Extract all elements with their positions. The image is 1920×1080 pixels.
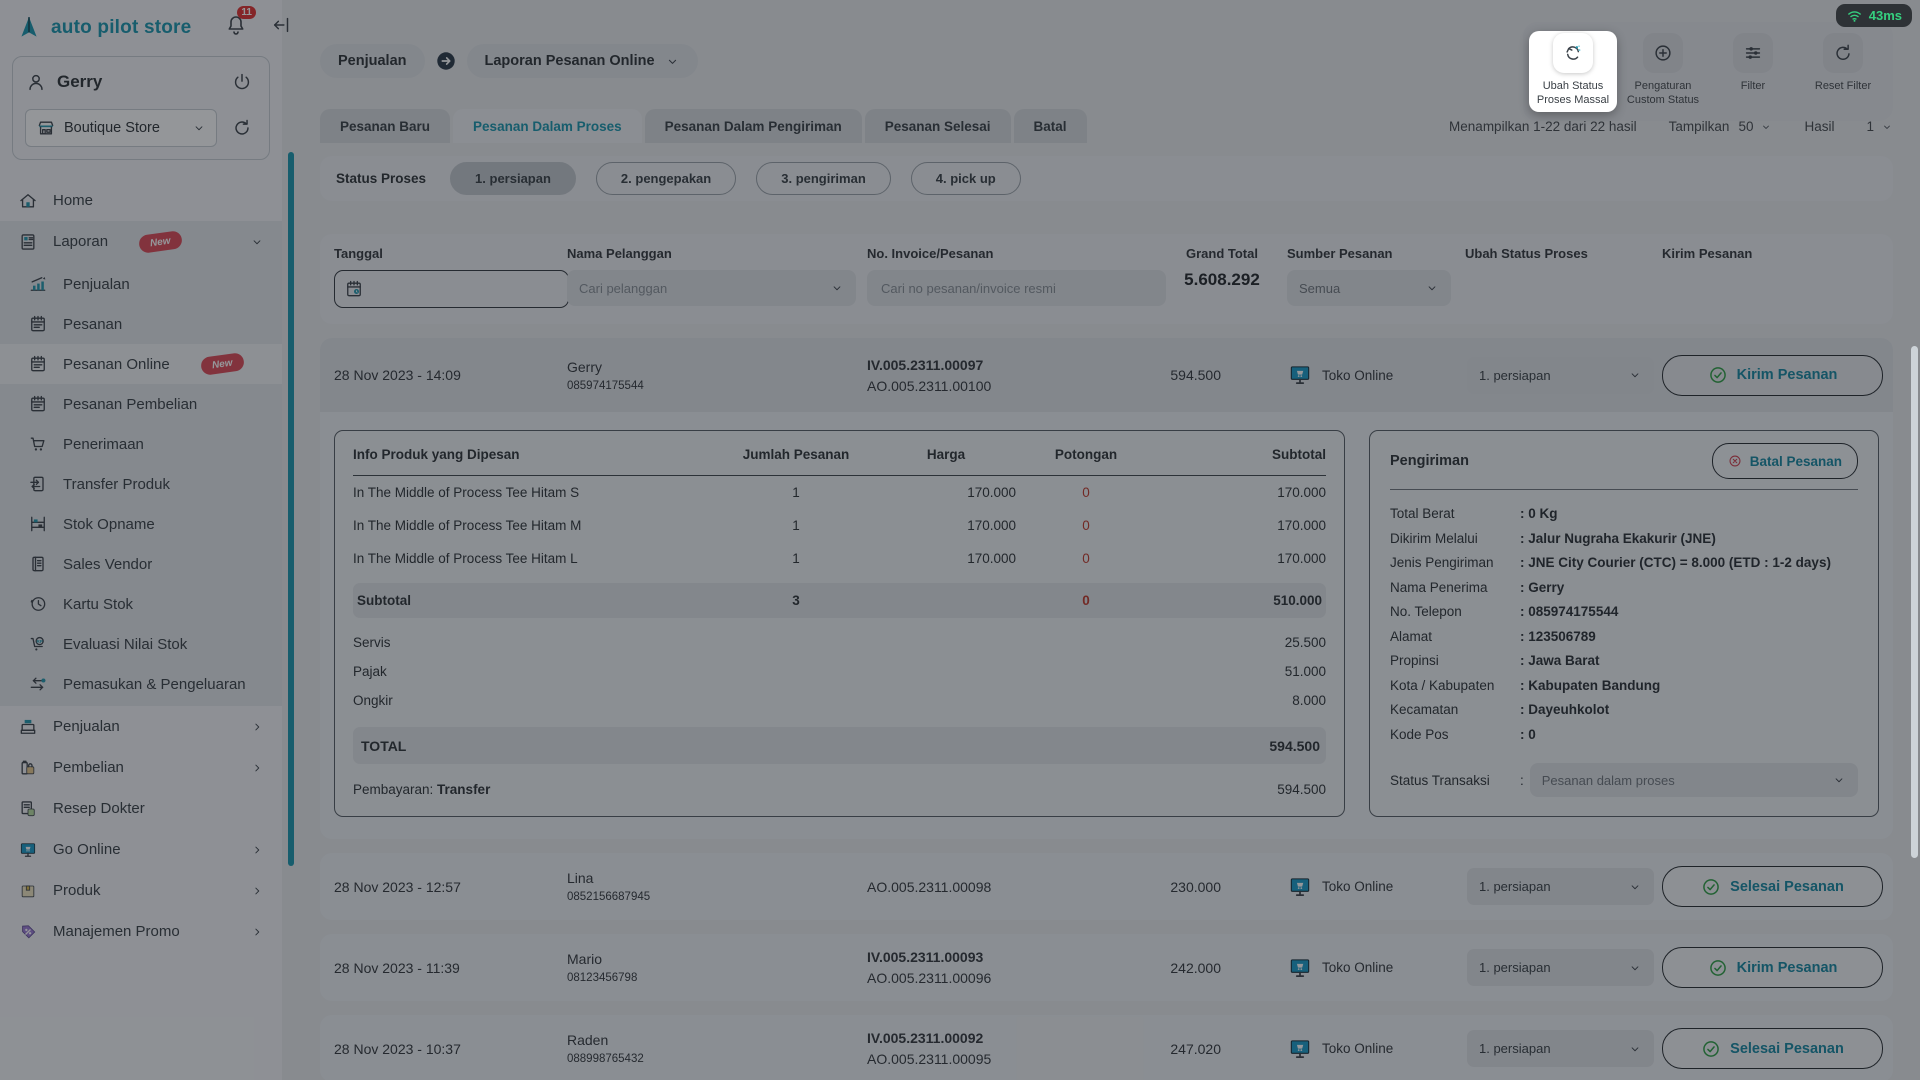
toolbar-icon-chip <box>1553 33 1593 73</box>
toolbar-button-label: Ubah Status Proses Massal <box>1531 80 1615 108</box>
page-scrollbar[interactable] <box>1911 346 1918 858</box>
tutorial-dim-overlay[interactable] <box>0 0 1920 1080</box>
connection-status-badge: 43ms <box>1836 4 1912 27</box>
latency-value: 43ms <box>1869 8 1902 23</box>
bulk-status-icon <box>1562 42 1584 64</box>
toolbar-button-ubah-status-proses-massal[interactable]: Ubah Status Proses Massal <box>1529 31 1617 112</box>
wifi-icon <box>1846 7 1863 24</box>
app-window: auto pilot store 11 Gerry <box>0 0 1920 1080</box>
